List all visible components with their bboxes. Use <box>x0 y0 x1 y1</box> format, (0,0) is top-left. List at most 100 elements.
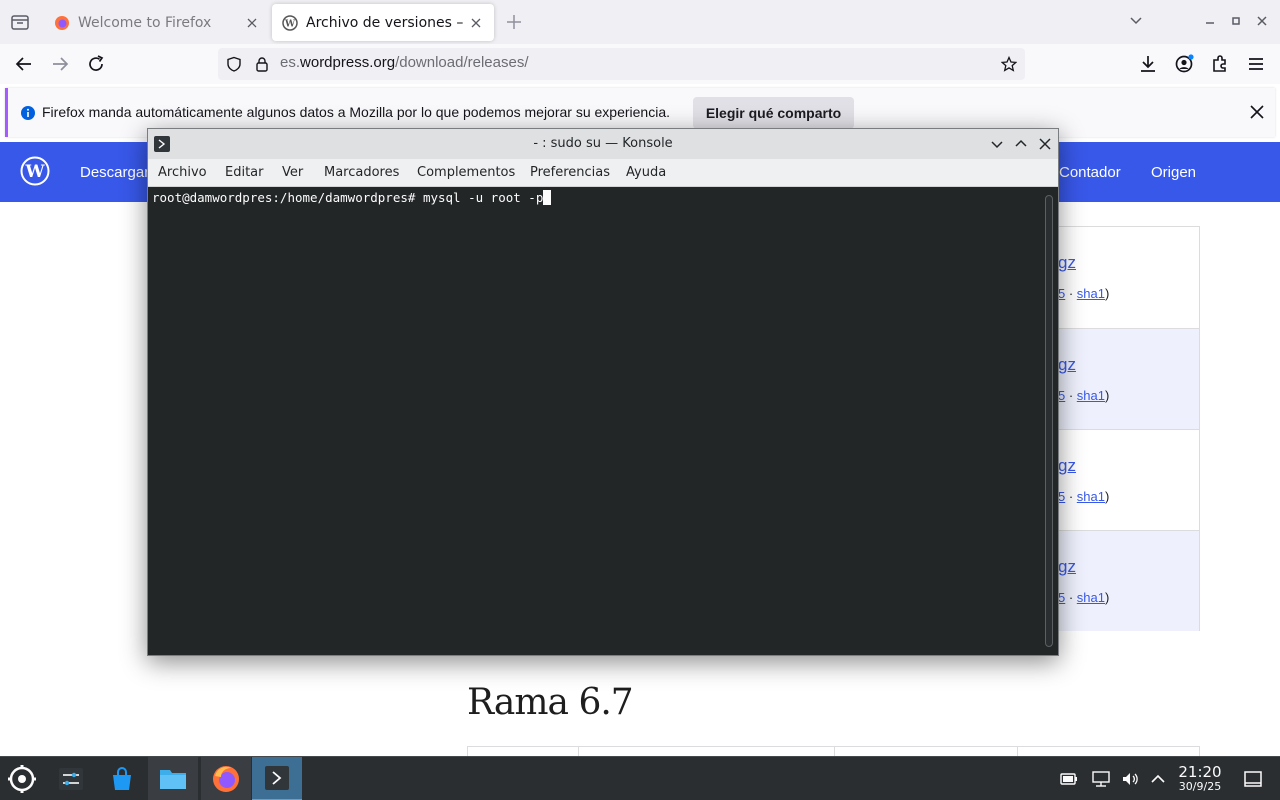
shield-icon[interactable] <box>226 56 242 72</box>
close-tab-icon[interactable] <box>244 15 260 31</box>
application-launcher[interactable] <box>0 757 44 800</box>
extensions-icon[interactable] <box>1208 52 1232 76</box>
navigation-toolbar: es.wordpress.org/download/releases/ <box>0 44 1280 84</box>
text-cursor <box>543 190 552 205</box>
url-text[interactable]: es.wordpress.org/download/releases/ <box>280 54 528 71</box>
tab-strip: Welcome to Firefox W Archivo de versione… <box>0 0 1280 44</box>
sha1-link[interactable]: sha1 <box>1077 286 1105 301</box>
menu-archivo[interactable]: Archivo <box>158 165 207 180</box>
release-download-link[interactable]: gz <box>1058 253 1076 273</box>
md5-link[interactable]: 5 <box>1058 286 1065 301</box>
md5-link[interactable]: 5 <box>1058 590 1065 605</box>
back-icon[interactable] <box>12 52 36 76</box>
typed-command: mysql -u root -p <box>422 190 544 205</box>
close-icon[interactable] <box>1037 136 1053 152</box>
volume-icon[interactable] <box>1120 769 1140 789</box>
checksums: 5 · sha1) <box>1058 286 1110 301</box>
taskbar-firefox[interactable] <box>201 757 251 800</box>
checksums: 5 · sha1) <box>1058 590 1110 605</box>
clock-date[interactable]: 30/9/25 <box>1172 780 1228 793</box>
show-desktop-icon[interactable] <box>1243 769 1263 789</box>
releases-table: gz 5 · sha1) gz 5 · sha1) gz 5 · sha1) g… <box>1040 226 1200 631</box>
md5-link[interactable]: 5 <box>1058 489 1065 504</box>
notification-message: Firefox manda automáticamente algunos da… <box>42 104 671 120</box>
reload-icon[interactable] <box>84 52 108 76</box>
release-download-link[interactable]: gz <box>1058 355 1076 375</box>
wordpress-logo-icon[interactable]: W <box>20 156 50 186</box>
menu-icon[interactable] <box>1244 52 1268 76</box>
chevron-up-icon[interactable] <box>1148 769 1168 789</box>
release-download-link[interactable]: gz <box>1058 557 1076 577</box>
konsole-title: - : sudo su — Konsole <box>533 136 673 151</box>
forward-icon[interactable] <box>48 52 72 76</box>
terminal-area[interactable]: root@damwordpres:/home/damwordpres# mysq… <box>148 187 1058 655</box>
tab-title: Archivo de versiones – WordPress <box>306 14 468 31</box>
minimize-icon[interactable] <box>1204 12 1216 28</box>
firefox-icon <box>55 15 69 30</box>
new-tab-icon[interactable] <box>504 12 524 32</box>
menu-editar[interactable]: Editar <box>225 165 264 180</box>
terminal-line: root@damwordpres:/home/damwordpres# mysq… <box>152 190 552 205</box>
account-icon[interactable] <box>1172 52 1196 76</box>
shell-prompt: root@damwordpres:/home/damwordpres# <box>152 190 416 205</box>
url-host: wordpress.org <box>300 54 396 71</box>
menu-ver[interactable]: Ver <box>282 165 303 180</box>
url-subdomain: es. <box>280 54 301 71</box>
url-path: /download/releases/ <box>395 54 529 71</box>
nav-source[interactable]: Origen <box>1151 164 1196 181</box>
sha1-link[interactable]: sha1 <box>1077 388 1105 403</box>
clock-time[interactable]: 21:20 <box>1172 763 1228 781</box>
table-row: gz 5 · sha1) <box>1040 227 1199 328</box>
checksums: 5 · sha1) <box>1058 489 1110 504</box>
nav-counter[interactable]: Contador <box>1059 164 1121 181</box>
chevron-down-icon[interactable] <box>989 136 1005 152</box>
chevron-down-icon[interactable] <box>1128 12 1144 28</box>
bookmark-star-icon[interactable] <box>1001 56 1017 72</box>
konsole-menubar: Archivo Editar Ver Marcadores Complement… <box>148 159 1058 187</box>
taskbar-konsole[interactable] <box>252 757 302 800</box>
table-row: gz 5 · sha1) <box>1040 530 1199 631</box>
close-tab-icon[interactable] <box>468 15 484 31</box>
taskbar-system-settings[interactable] <box>46 757 96 800</box>
tab-welcome[interactable]: Welcome to Firefox <box>44 4 270 41</box>
chevron-up-icon[interactable] <box>1013 136 1029 152</box>
lock-icon[interactable] <box>254 56 270 72</box>
table-row: gz 5 · sha1) <box>1040 429 1199 530</box>
tab-title: Welcome to Firefox <box>78 14 212 31</box>
sha1-link[interactable]: sha1 <box>1077 489 1105 504</box>
sha1-link[interactable]: sha1 <box>1077 590 1105 605</box>
menu-ayuda[interactable]: Ayuda <box>626 165 666 180</box>
discover-store-icon <box>113 767 131 790</box>
taskbar-file-manager[interactable] <box>148 757 198 800</box>
branch-heading: Rama 6.7 <box>467 682 634 723</box>
konsole-icon <box>265 766 289 790</box>
file-manager-icon <box>160 770 186 789</box>
md5-link[interactable]: 5 <box>1058 388 1065 403</box>
firefox-icon <box>213 766 239 792</box>
konsole-titlebar[interactable]: - : sudo su — Konsole <box>148 129 1058 159</box>
system-settings-icon <box>59 768 83 790</box>
svg-text:W: W <box>284 19 296 29</box>
close-icon[interactable] <box>1249 104 1265 120</box>
battery-icon[interactable] <box>1059 769 1079 789</box>
downloads-icon[interactable] <box>1136 52 1160 76</box>
maximize-icon[interactable] <box>1230 12 1242 28</box>
menu-complementos[interactable]: Complementos <box>417 165 515 180</box>
menu-preferencias[interactable]: Preferencias <box>530 165 610 180</box>
choose-data-button[interactable]: Elegir qué comparto <box>693 97 854 129</box>
konsole-window: - : sudo su — Konsole Archivo Editar Ver… <box>147 128 1059 656</box>
nav-download[interactable]: Descargar <box>80 164 149 181</box>
info-icon <box>21 106 35 120</box>
kde-launcher-icon <box>8 765 36 793</box>
tab-releases[interactable]: W Archivo de versiones – WordPress <box>272 4 494 41</box>
tab-overview-icon[interactable] <box>8 10 32 34</box>
menu-marcadores[interactable]: Marcadores <box>324 165 399 180</box>
release-download-link[interactable]: gz <box>1058 456 1076 476</box>
taskbar-discover[interactable] <box>97 757 147 800</box>
svg-text:W: W <box>24 162 45 182</box>
network-icon[interactable] <box>1091 769 1111 789</box>
address-bar[interactable]: es.wordpress.org/download/releases/ <box>218 48 1025 80</box>
checksums: 5 · sha1) <box>1058 388 1110 403</box>
terminal-scrollbar[interactable] <box>1045 195 1053 647</box>
window-close-icon[interactable] <box>1256 12 1268 28</box>
